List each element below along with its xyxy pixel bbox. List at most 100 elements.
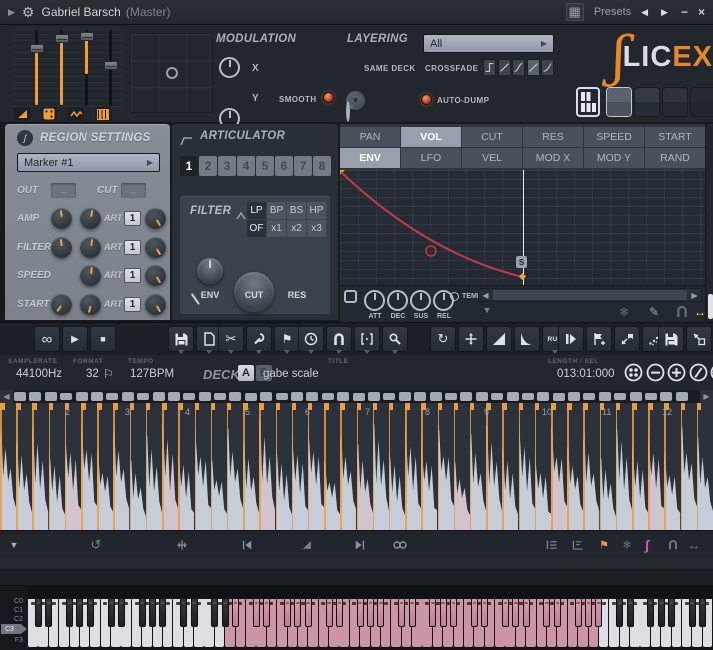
waveform-slice-10[interactable] [145, 403, 162, 530]
region-amp-art-value[interactable]: 1 [124, 211, 141, 226]
region-speed-art-value[interactable]: 1 [124, 268, 141, 284]
env-sus-knob[interactable] [410, 290, 431, 311]
env-target-tab-start[interactable]: START [645, 127, 705, 147]
region-amp-art-knob[interactable] [145, 208, 166, 229]
black-key-after-white-2[interactable] [45, 599, 53, 627]
slice-marker-flag[interactable] [648, 403, 653, 410]
waveform-slice-21[interactable] [324, 403, 341, 530]
slice-marker[interactable] [243, 403, 245, 530]
env-target-tab-pan[interactable]: PAN [340, 127, 400, 147]
slice-marker[interactable] [567, 403, 569, 530]
black-key-after-white-19[interactable] [221, 599, 229, 627]
cut-value-box[interactable]: ... [121, 183, 146, 198]
slice-marker[interactable] [518, 403, 520, 530]
wavebar-flag-icon[interactable]: ⚑ [599, 538, 609, 551]
slice-marker[interactable] [275, 403, 277, 530]
waveform-slice-2[interactable] [16, 403, 33, 530]
black-key-after-white-16[interactable] [190, 599, 198, 627]
freeze-snowflake-icon[interactable]: ❄ [619, 305, 629, 319]
env-type-tab-rand[interactable]: RAND [645, 148, 705, 168]
wavebar-link-icon[interactable] [392, 540, 408, 550]
waveform-mode-icon[interactable] [68, 107, 84, 121]
slice-marker-flag[interactable] [81, 403, 86, 410]
waveform-slice-36[interactable] [567, 403, 584, 530]
waveform-slice-35[interactable] [551, 403, 568, 530]
env-type-tab-lfo[interactable]: LFO [401, 148, 461, 168]
black-key-after-white-53-mapped[interactable] [574, 599, 582, 627]
env-type-tab-mod-x[interactable]: MOD X [523, 148, 583, 168]
waveform-slice-3[interactable] [32, 403, 49, 530]
slice-marker-flag[interactable] [275, 403, 280, 410]
black-key-after-white-18[interactable] [211, 599, 219, 627]
slice-marker[interactable] [680, 403, 683, 530]
black-key-after-white-13[interactable] [159, 599, 167, 627]
fader-handle-2[interactable] [55, 34, 69, 43]
waveform-slice-17[interactable] [259, 403, 276, 530]
wavebar-slide-icon[interactable]: ∫ [645, 537, 649, 553]
waveform-slice-32[interactable] [502, 403, 519, 530]
black-key-after-white-41-mapped[interactable] [450, 599, 457, 627]
tool-magnet-button[interactable] [326, 326, 352, 354]
preset-prev-button[interactable]: ◀ [641, 7, 651, 18]
waveform-slice-8[interactable] [113, 403, 130, 530]
dice-random-icon[interactable] [41, 107, 57, 121]
black-key-after-white-27-mapped[interactable] [304, 599, 312, 627]
envelope-h-scrollbar[interactable]: ◀ ▶ [478, 288, 702, 302]
slice-marker-flag[interactable] [129, 403, 135, 410]
xy-pad-cursor[interactable] [165, 67, 178, 79]
waveform-slice-19[interactable] [291, 403, 308, 530]
filter-type-lp[interactable]: LP [247, 202, 266, 219]
slice-marker[interactable] [551, 403, 553, 530]
waveform-slice-31[interactable] [486, 403, 503, 530]
minimize-button[interactable]: − [681, 5, 688, 19]
waveform-slice-18[interactable] [275, 403, 292, 530]
plugin-settings-gear-icon[interactable]: ⚙ [22, 5, 35, 19]
scroll-left-icon[interactable]: ◀ [479, 291, 492, 300]
slice-marker-flag[interactable] [259, 403, 264, 410]
fader-handle-1[interactable] [30, 44, 44, 53]
edit-pencil-icon[interactable]: ✎ [649, 305, 659, 319]
waveform-slice-41[interactable] [648, 403, 665, 530]
waveform-slice-33[interactable] [518, 403, 535, 530]
waveform-slice-4[interactable] [48, 403, 65, 530]
filter-mode-of[interactable]: OF [247, 220, 266, 237]
slice-marker[interactable] [97, 403, 99, 530]
sustain-badge[interactable]: S [516, 256, 527, 268]
black-key-after-white-51-mapped[interactable] [553, 599, 561, 627]
waveform-slice-42[interactable] [664, 403, 681, 530]
tool-select-button[interactable] [354, 326, 380, 354]
filter-type-hp[interactable]: HP [307, 202, 326, 219]
slice-marker[interactable] [599, 403, 602, 530]
slice-marker-flag[interactable] [113, 403, 118, 410]
filter-type-bs[interactable]: BS [287, 202, 306, 219]
black-key-after-white-40-mapped[interactable] [439, 599, 447, 627]
slice-marker-flag[interactable] [696, 403, 702, 410]
slice-marker-flag[interactable] [145, 403, 151, 410]
filter-mode-x1[interactable]: x1 [267, 220, 286, 237]
slice-marker[interactable] [615, 403, 618, 530]
slice-marker-flag[interactable] [226, 403, 232, 410]
slice-marker[interactable] [259, 403, 261, 530]
waveform-slice-24[interactable] [372, 403, 389, 530]
black-key-after-white-20-mapped[interactable] [232, 599, 240, 627]
slice-marker-flag[interactable] [453, 403, 459, 410]
waveform-slice-6[interactable] [81, 403, 98, 530]
black-key-after-white-47-mapped[interactable] [512, 599, 520, 627]
black-key-after-white-46-mapped[interactable] [501, 599, 509, 627]
slice-marker[interactable] [145, 403, 148, 530]
slice-marker-flag[interactable] [502, 403, 507, 410]
tool-add-flag-button[interactable] [586, 326, 612, 352]
xy-modulation-pad[interactable] [130, 33, 213, 113]
tool-save-sample-button[interactable] [658, 326, 684, 352]
articulator-8-button[interactable]: 8 [313, 156, 331, 176]
region-start-art-knob[interactable] [145, 293, 166, 315]
black-key-after-white-55-mapped[interactable] [595, 599, 603, 627]
waveform-slice-30[interactable] [469, 403, 487, 530]
black-key-after-white-65[interactable] [699, 599, 707, 627]
slice-marker-flag[interactable] [437, 403, 442, 410]
out-value-box[interactable]: ... [51, 183, 76, 198]
black-key-after-white-48-mapped[interactable] [522, 599, 530, 627]
waveform-slice-38[interactable] [599, 403, 616, 530]
slice-marker[interactable] [194, 403, 196, 530]
waveform-slice-29[interactable] [453, 403, 470, 530]
